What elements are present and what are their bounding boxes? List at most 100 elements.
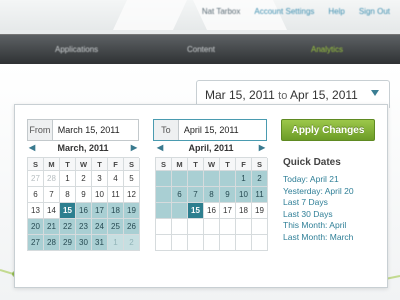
calendar-day[interactable]: 19	[252, 203, 268, 219]
weekday-header: T	[220, 158, 236, 171]
calendar-day	[204, 235, 220, 251]
calendar-day[interactable]: 9	[76, 187, 92, 203]
date-picker-panel: From To Apply Changes ◀ March, 2011 ▶ SM…	[14, 104, 388, 288]
weekday-header: S	[28, 158, 44, 171]
calendar-day[interactable]: 17	[92, 203, 108, 219]
calendar-day[interactable]: 11	[108, 187, 124, 203]
month-title: March, 2011	[57, 143, 109, 153]
calendar-day[interactable]: 18	[236, 203, 252, 219]
quick-date-this-month[interactable]: This Month: April	[283, 220, 354, 232]
weekday-header: S	[156, 158, 172, 171]
calendar-day[interactable]: 29	[60, 235, 76, 251]
from-date-input[interactable]	[52, 120, 138, 140]
calendar-day[interactable]: 21	[44, 219, 60, 235]
calendar-day-selected[interactable]: 15	[60, 203, 76, 219]
quick-date-today[interactable]: Today: April 21	[283, 174, 354, 186]
weekday-header: W	[204, 158, 220, 171]
calendar-day	[220, 219, 236, 235]
calendar-day	[156, 219, 172, 235]
from-field: From	[27, 119, 139, 141]
calendar-day[interactable]: 13	[28, 203, 44, 219]
quick-date-last-30-days[interactable]: Last 30 Days	[283, 209, 354, 221]
calendar-day[interactable]: 10	[236, 187, 252, 203]
calendar-day	[236, 235, 252, 251]
calendar-day[interactable]: 12	[124, 187, 140, 203]
calendar-day[interactable]: 19	[124, 203, 140, 219]
to-label: To	[154, 120, 179, 140]
from-label: From	[28, 120, 53, 140]
range-start: Mar 15, 2011	[205, 88, 275, 102]
calendar-day	[156, 187, 172, 203]
calendar-day	[188, 171, 204, 187]
calendar-day[interactable]: 4	[108, 171, 124, 187]
apply-changes-button[interactable]: Apply Changes	[281, 119, 375, 141]
dropdown-arrow-icon[interactable]	[371, 90, 379, 96]
weekday-header: T	[92, 158, 108, 171]
calendar-grid: S M T W T F S 1 2 6 7 8 9 10 11 15 16 17 18 19	[155, 157, 268, 251]
calendar-day	[172, 203, 188, 219]
prev-month-icon[interactable]: ◀	[29, 143, 35, 152]
calendar-day[interactable]: 10	[92, 187, 108, 203]
calendar-day[interactable]: 1	[236, 171, 252, 187]
calendar-day[interactable]: 14	[44, 203, 60, 219]
calendar-day-selected[interactable]: 15	[188, 203, 204, 219]
calendar-day	[236, 219, 252, 235]
weekday-header: M	[44, 158, 60, 171]
next-month-icon[interactable]: ▶	[259, 143, 265, 152]
calendar-day[interactable]: 7	[44, 187, 60, 203]
calendar-day[interactable]: 2	[252, 171, 268, 187]
calendar-day[interactable]: 28	[44, 235, 60, 251]
calendar-day[interactable]: 8	[60, 187, 76, 203]
calendar-day	[220, 171, 236, 187]
calendar-day[interactable]: 6	[172, 187, 188, 203]
range-connector: to	[278, 90, 288, 102]
calendar-day	[156, 235, 172, 251]
calendar-day[interactable]: 8	[204, 187, 220, 203]
calendar-day[interactable]: 16	[76, 203, 92, 219]
calendar-day[interactable]: 9	[220, 187, 236, 203]
calendar-day[interactable]: 1	[60, 171, 76, 187]
weekday-header: T	[60, 158, 76, 171]
calendar-day[interactable]: 30	[76, 235, 92, 251]
calendar-day[interactable]: 18	[108, 203, 124, 219]
calendar-day[interactable]: 16	[204, 203, 220, 219]
calendar-day[interactable]: 24	[92, 219, 108, 235]
weekday-header: T	[188, 158, 204, 171]
to-field: To	[153, 119, 267, 141]
next-month-icon[interactable]: ▶	[131, 143, 137, 152]
weekday-header: F	[236, 158, 252, 171]
weekday-header: S	[252, 158, 268, 171]
calendar-day[interactable]: 31	[92, 235, 108, 251]
calendar-day	[188, 235, 204, 251]
prev-month-icon[interactable]: ◀	[157, 143, 163, 152]
calendar-day[interactable]: 26	[124, 219, 140, 235]
calendar-day	[252, 219, 268, 235]
calendar-day[interactable]: 2	[124, 235, 140, 251]
calendar-day[interactable]: 7	[188, 187, 204, 203]
calendar-day	[188, 219, 204, 235]
calendar-day[interactable]: 3	[92, 171, 108, 187]
calendar-day[interactable]: 20	[28, 219, 44, 235]
calendar-day[interactable]: 5	[124, 171, 140, 187]
calendar-grid: S M T W T F S 27 28 1 2 3 4 5 6 7 8 9 10 11 12 13 14 15 16 17 18 19…	[27, 157, 140, 251]
quick-date-last-7-days[interactable]: Last 7 Days	[283, 197, 354, 209]
calendar-day[interactable]: 22	[60, 219, 76, 235]
calendar-day[interactable]: 1	[108, 235, 124, 251]
calendar-header: ◀ March, 2011 ▶	[27, 143, 139, 157]
calendar-april: ◀ April, 2011 ▶ S M T W T F S 1 2 6 7 8 9 10 11 15 16 17 1…	[155, 143, 268, 251]
quick-date-yesterday[interactable]: Yesterday: April 20	[283, 186, 354, 198]
to-date-input[interactable]	[178, 120, 266, 140]
calendar-day[interactable]: 2	[76, 171, 92, 187]
calendar-day[interactable]: 11	[252, 187, 268, 203]
quick-date-last-month[interactable]: Last Month: March	[283, 232, 354, 244]
calendar-day[interactable]: 25	[108, 219, 124, 235]
calendar-day[interactable]: 17	[220, 203, 236, 219]
calendar-day	[204, 219, 220, 235]
calendar-day[interactable]: 23	[76, 219, 92, 235]
calendar-header: ◀ April, 2011 ▶	[155, 143, 267, 157]
weekday-header: F	[108, 158, 124, 171]
calendar-day[interactable]: 27	[28, 235, 44, 251]
calendar-day[interactable]: 6	[28, 187, 44, 203]
calendar-day[interactable]: 27	[28, 171, 44, 187]
calendar-day[interactable]: 28	[44, 171, 60, 187]
